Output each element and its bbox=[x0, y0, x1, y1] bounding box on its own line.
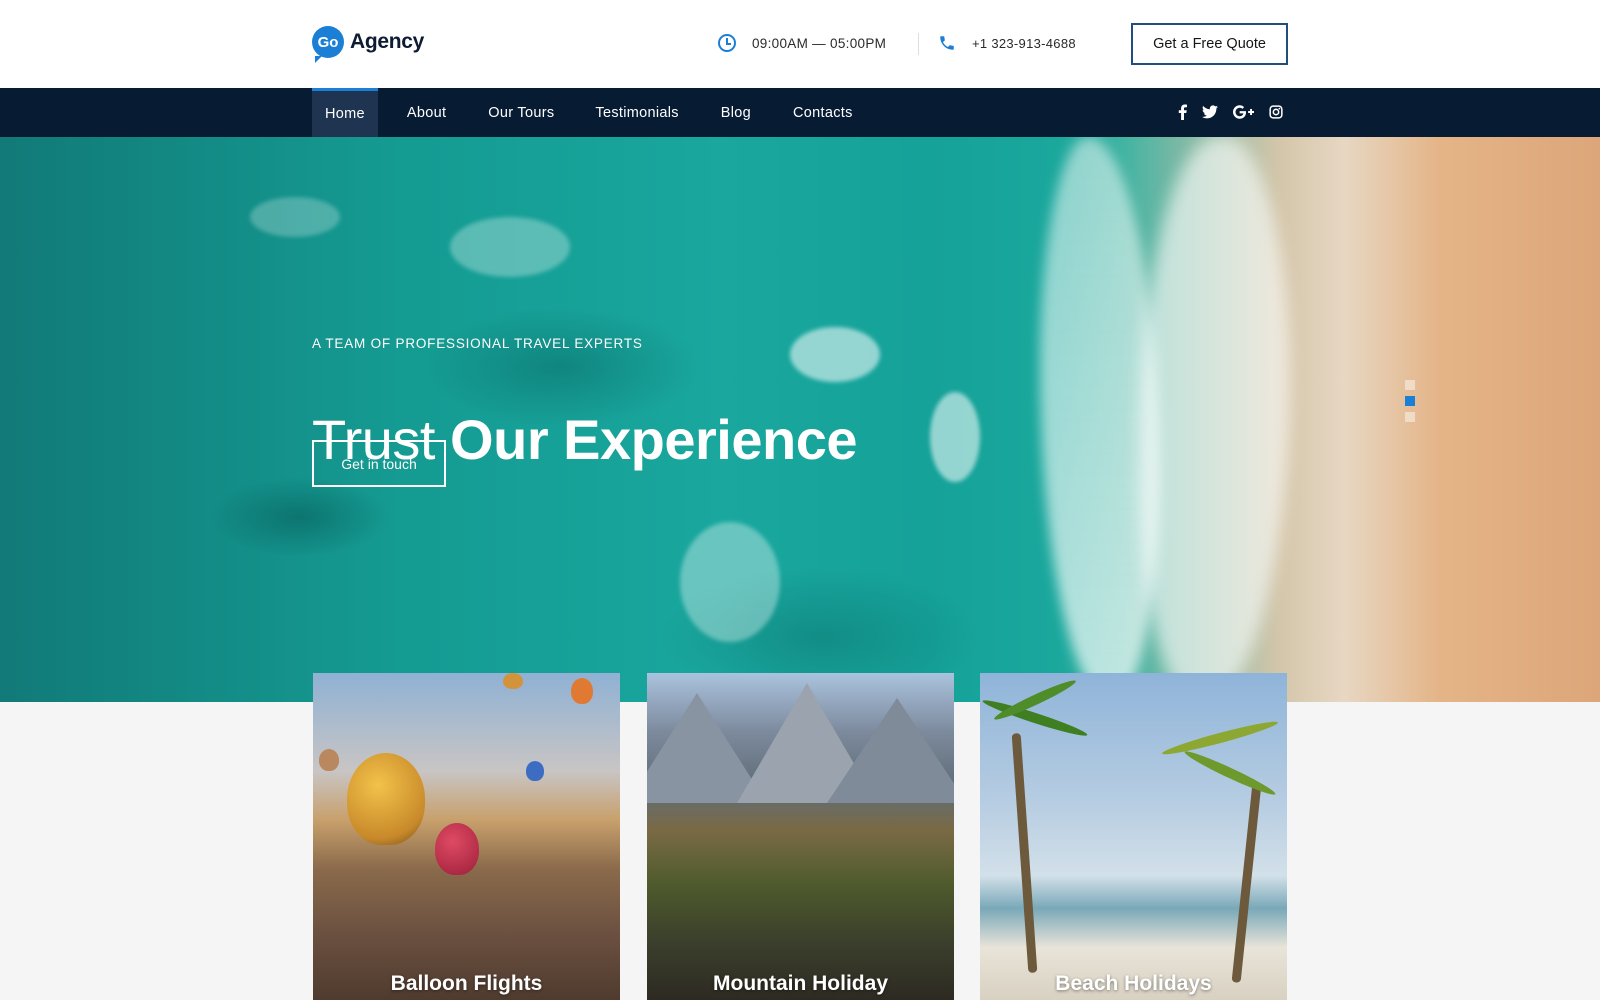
social-links bbox=[1178, 101, 1298, 123]
facebook-icon[interactable] bbox=[1178, 101, 1187, 123]
clock-icon bbox=[718, 34, 736, 52]
nav-item-our-tours[interactable]: Our Tours bbox=[488, 88, 554, 137]
balloon-illustration bbox=[435, 823, 479, 875]
palm-tree-illustration bbox=[1231, 783, 1262, 983]
twitter-icon[interactable] bbox=[1202, 101, 1218, 123]
slider-dot[interactable] bbox=[1405, 412, 1415, 422]
instagram-icon[interactable] bbox=[1269, 101, 1283, 123]
phone-icon bbox=[940, 36, 954, 50]
slider-pagination bbox=[1405, 380, 1415, 428]
business-hours-text: 09:00AM — 05:00PM bbox=[752, 35, 887, 51]
google-plus-icon[interactable] bbox=[1233, 101, 1254, 123]
palm-frond bbox=[1160, 717, 1280, 759]
logo[interactable]: Go Agency bbox=[312, 26, 425, 63]
header-divider bbox=[918, 33, 919, 55]
hero-wave bbox=[790, 327, 880, 382]
phone-contact[interactable]: +1 323-913-4688 bbox=[938, 34, 1076, 52]
top-header: Go Agency 09:00AM — 05:00PM +1 323-913-4… bbox=[0, 0, 1600, 88]
logo-name: Agency bbox=[350, 30, 425, 53]
hero-slider: A TEAM OF PROFESSIONAL TRAVEL EXPERTS Tr… bbox=[0, 137, 1600, 702]
main-navbar: Home About Our Tours Testimonials Blog C… bbox=[0, 88, 1600, 137]
nav-item-blog[interactable]: Blog bbox=[721, 88, 751, 137]
hero-wave bbox=[680, 522, 780, 642]
tour-card-balloon-flights[interactable]: Balloon Flights bbox=[313, 673, 620, 1000]
palm-frond bbox=[1182, 747, 1278, 799]
palm-tree-illustration bbox=[1011, 732, 1038, 974]
main-nav: Home About Our Tours Testimonials Blog C… bbox=[312, 88, 853, 137]
nav-item-testimonials[interactable]: Testimonials bbox=[595, 88, 678, 137]
phone-number: +1 323-913-4688 bbox=[972, 35, 1076, 51]
hero-wave bbox=[250, 197, 340, 237]
card-title: Mountain Holiday bbox=[713, 972, 888, 995]
balloon-illustration bbox=[503, 673, 523, 689]
get-in-touch-button[interactable]: Get in touch bbox=[312, 440, 446, 487]
hero-kicker: A TEAM OF PROFESSIONAL TRAVEL EXPERTS bbox=[312, 336, 643, 351]
hero-wave bbox=[450, 217, 570, 277]
nav-item-about[interactable]: About bbox=[407, 88, 446, 137]
logo-badge: Go bbox=[312, 26, 344, 63]
hero-surf-foam bbox=[1140, 137, 1290, 702]
nav-item-contacts[interactable]: Contacts bbox=[793, 88, 853, 137]
hero-wave bbox=[930, 392, 980, 482]
mountain-illustration bbox=[827, 698, 954, 803]
balloon-illustration bbox=[347, 753, 425, 845]
tour-card-mountain-holiday[interactable]: Mountain Holiday bbox=[647, 673, 954, 1000]
balloon-illustration bbox=[571, 678, 593, 704]
business-hours: 09:00AM — 05:00PM bbox=[718, 34, 886, 52]
free-quote-button[interactable]: Get a Free Quote bbox=[1131, 23, 1288, 65]
card-title: Beach Holidays bbox=[1055, 972, 1212, 995]
hero-title-bold: Our Experience bbox=[450, 408, 858, 471]
balloon-illustration bbox=[319, 749, 339, 771]
card-title: Balloon Flights bbox=[390, 972, 543, 995]
tour-card-beach-holidays[interactable]: Beach Holidays bbox=[980, 673, 1287, 1000]
slider-dot-active[interactable] bbox=[1405, 396, 1415, 406]
slider-dot[interactable] bbox=[1405, 380, 1415, 390]
balloon-illustration bbox=[526, 761, 544, 781]
nav-item-home[interactable]: Home bbox=[312, 88, 378, 137]
